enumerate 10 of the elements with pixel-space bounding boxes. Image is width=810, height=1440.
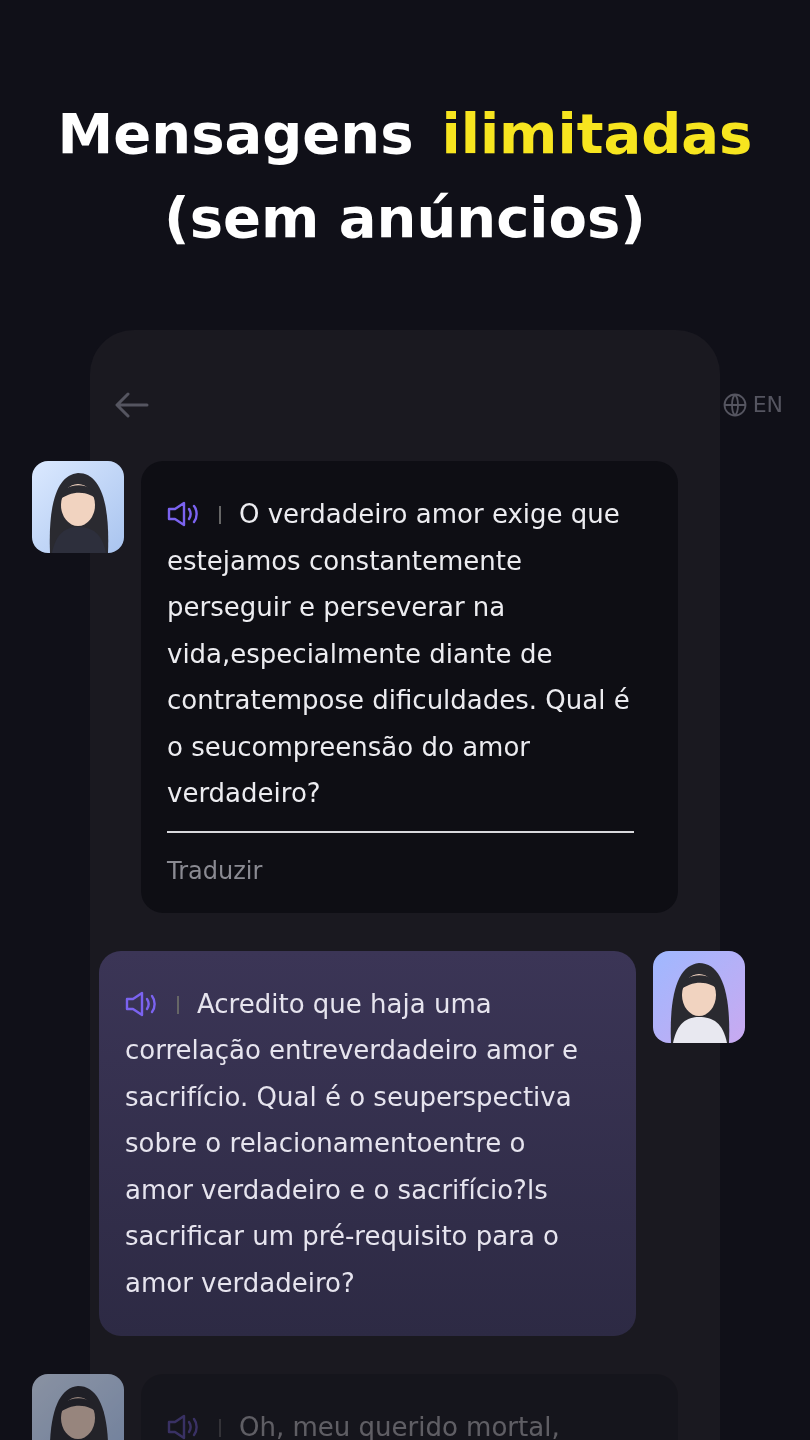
back-arrow-icon[interactable] — [115, 391, 149, 418]
headline-text: ilimitadas — [441, 100, 753, 168]
message-text: O verdadeiro amor exige que estejamos constantemente perseguir e perseverar na vida,especialmente diante de contratempose dificuldades. Qual é o seucompreensão do amor verdadeiro? — [167, 498, 631, 810]
speaker-icon[interactable] — [125, 990, 159, 1017]
speaker-icon[interactable] — [167, 501, 201, 527]
translate-link[interactable]: Traduzir — [167, 856, 263, 885]
headline-text: Mensagens — [57, 100, 414, 168]
message-text: Acredito que haja uma correlação entreverdadeiro amor e sacrifício. Qual é o seuperspectiva sobre o relacionamentoentre o amor verdadeiro e o sacrifício?ls sacrificar um pré-requisito para o amor verdadeiro? — [125, 987, 580, 1300]
globe-icon[interactable] — [722, 392, 747, 417]
headline-text: (sem anúncios) — [164, 184, 646, 252]
